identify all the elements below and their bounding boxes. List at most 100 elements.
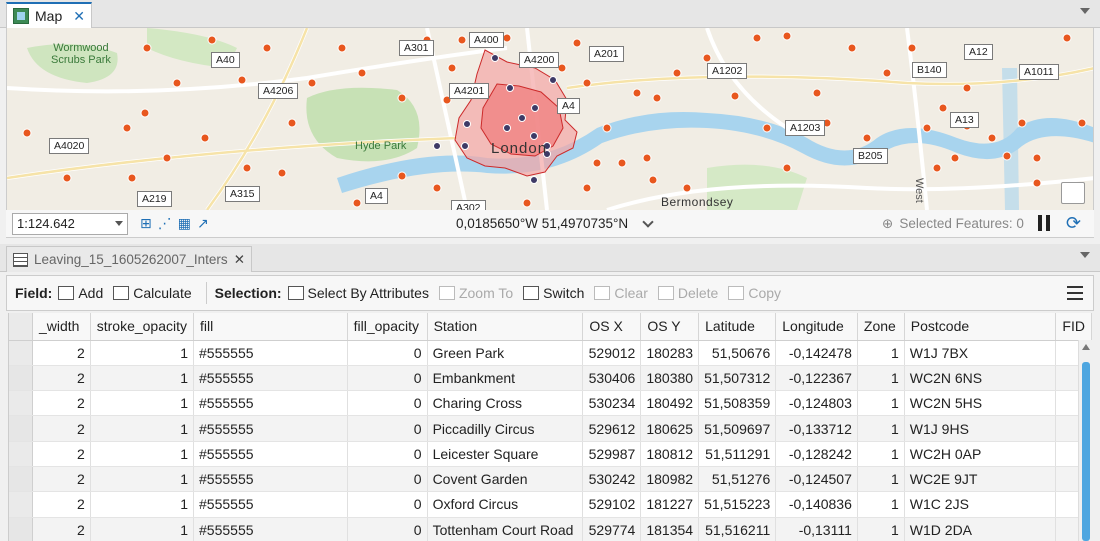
selected-features[interactable]: ⊕ Selected Features: 0 [882, 216, 1024, 232]
close-icon[interactable]: ✕ [234, 252, 245, 268]
table-cell[interactable]: 0 [347, 415, 428, 442]
table-cell[interactable]: #555555 [193, 415, 348, 442]
scale-dropdown[interactable]: 1:124.642 [12, 212, 128, 235]
delete-button[interactable]: Delete [657, 285, 718, 301]
table-grid-icon[interactable]: ▦ [178, 215, 191, 232]
table-cell[interactable]: 1 [857, 365, 905, 392]
table-cell[interactable]: Leicester Square [427, 441, 584, 467]
row-selector[interactable] [9, 390, 33, 417]
table-cell[interactable]: 1 [90, 340, 195, 366]
table-cell[interactable]: 1 [90, 365, 195, 392]
row-selector[interactable] [9, 340, 33, 366]
table-cell[interactable]: WC2E 9JT [904, 466, 1057, 493]
table-row[interactable]: 2 1 #555555 0 Tottenham Court Road 529774 1813… [9, 517, 1092, 541]
table-cell[interactable]: 51,509697 [698, 415, 777, 442]
close-icon[interactable]: ✕ [73, 8, 85, 25]
grid-add-icon[interactable]: ⊞ [140, 215, 152, 232]
table-cell[interactable]: 181227 [640, 491, 700, 518]
table-cell[interactable]: 529612 [582, 415, 642, 442]
table-cell[interactable]: 51,507312 [698, 365, 777, 392]
row-selector[interactable] [9, 441, 33, 467]
table-cell[interactable]: Embankment [427, 365, 584, 392]
table-cell[interactable]: 51,515223 [698, 491, 777, 518]
table-cell[interactable]: 0 [347, 441, 428, 467]
table-cell[interactable]: #555555 [193, 441, 348, 467]
table-cell[interactable]: 1 [857, 441, 905, 467]
table-cell[interactable]: 530406 [582, 365, 642, 392]
zoom-to-button[interactable]: Zoom To [438, 285, 513, 301]
table-cell[interactable]: 51,516211 [698, 517, 777, 541]
table-cell[interactable]: Oxford Circus [427, 491, 584, 518]
table-row[interactable]: 2 1 #555555 0 Oxford Circus 529102 181227 51,51… [9, 491, 1092, 518]
table-cell[interactable]: 1 [857, 491, 905, 518]
table-cell[interactable]: 1 [857, 390, 905, 417]
column-header[interactable]: OS X [582, 313, 642, 341]
table-cell[interactable]: 0 [347, 340, 428, 366]
table-cell[interactable]: 530242 [582, 466, 642, 493]
column-header[interactable]: _width [32, 313, 91, 341]
table-cell[interactable]: 2 [32, 517, 91, 541]
snapping-icon[interactable]: ⋰ [158, 215, 172, 232]
table-cell[interactable]: 180283 [640, 340, 700, 366]
table-cell[interactable]: 1 [90, 517, 195, 541]
table-cell[interactable]: 1 [857, 340, 905, 366]
table-cell[interactable]: 2 [32, 415, 91, 442]
switch-selection-button[interactable]: Switch [523, 285, 584, 301]
table-cell[interactable]: 2 [32, 365, 91, 392]
scrollbar-thumb[interactable] [1082, 362, 1090, 541]
chevron-down-icon[interactable] [642, 216, 654, 228]
table-cell[interactable]: 2 [32, 390, 91, 417]
table-cell[interactable]: 180812 [640, 441, 700, 467]
select-by-attributes-button[interactable]: Select By Attributes [287, 285, 429, 301]
table-cell[interactable]: Covent Garden [427, 466, 584, 493]
table-cell[interactable]: 1 [857, 466, 905, 493]
chevron-down-icon[interactable] [1080, 8, 1090, 14]
table-cell[interactable]: W1D 2DA [904, 517, 1057, 541]
table-cell[interactable]: 2 [32, 466, 91, 493]
north-arrow-icon[interactable]: ↗ [197, 215, 209, 232]
row-selector[interactable] [9, 491, 33, 518]
table-cell[interactable]: #555555 [193, 491, 348, 518]
table-cell[interactable]: -0,142478 [775, 340, 858, 366]
table-cell[interactable]: 529102 [582, 491, 642, 518]
map-tips-icon[interactable] [1061, 182, 1085, 204]
table-cell[interactable]: 181354 [640, 517, 700, 541]
table-cell[interactable]: 1 [90, 441, 195, 467]
table-cell[interactable]: WC2H 0AP [904, 441, 1057, 467]
table-cell[interactable]: Charing Cross [427, 390, 584, 417]
table-cell[interactable]: 2 [32, 340, 91, 366]
tab-attribute-table[interactable]: Leaving_15_1605262007_Inters ✕ [6, 246, 252, 272]
map-view[interactable]: A301 A400 A40 A4200 A201 A12 A1202 B140 … [6, 28, 1094, 210]
table-cell[interactable]: 1 [857, 415, 905, 442]
table-cell[interactable]: 0 [347, 390, 428, 417]
table-cell[interactable]: W1J 9HS [904, 415, 1057, 442]
table-cell[interactable]: 51,50676 [698, 340, 777, 366]
row-selector[interactable] [9, 365, 33, 392]
row-selector[interactable] [9, 415, 33, 442]
scroll-up-icon[interactable] [1082, 344, 1090, 350]
table-cell[interactable]: 0 [347, 491, 428, 518]
clear-selection-button[interactable]: Clear [594, 285, 648, 301]
column-header[interactable]: fill_opacity [347, 313, 428, 341]
table-cell[interactable]: -0,124507 [775, 466, 858, 493]
table-cell[interactable]: 51,511291 [698, 441, 777, 467]
add-field-button[interactable]: Add [58, 285, 103, 301]
table-cell[interactable]: W1C 2JS [904, 491, 1057, 518]
table-cell[interactable]: #555555 [193, 466, 348, 493]
calculate-field-button[interactable]: Calculate [113, 285, 192, 301]
column-header[interactable]: OS Y [640, 313, 700, 341]
column-header[interactable]: Postcode [904, 313, 1057, 341]
column-header[interactable]: Latitude [698, 313, 777, 341]
table-cell[interactable]: 0 [347, 466, 428, 493]
table-cell[interactable]: 1 [90, 466, 195, 493]
table-cell[interactable]: 180380 [640, 365, 700, 392]
table-cell[interactable]: 529987 [582, 441, 642, 467]
table-cell[interactable]: #555555 [193, 340, 348, 366]
column-header[interactable]: FID [1055, 313, 1092, 341]
table-row[interactable]: 2 1 #555555 0 Piccadilly Circus 529612 180625 5… [9, 415, 1092, 442]
table-cell[interactable]: WC2N 6NS [904, 365, 1057, 392]
copy-button[interactable]: Copy [728, 285, 781, 301]
table-cell[interactable]: #555555 [193, 517, 348, 541]
table-cell[interactable]: 1 [90, 491, 195, 518]
table-row[interactable]: 2 1 #555555 0 Leicester Square 529987 180812 51… [9, 441, 1092, 467]
